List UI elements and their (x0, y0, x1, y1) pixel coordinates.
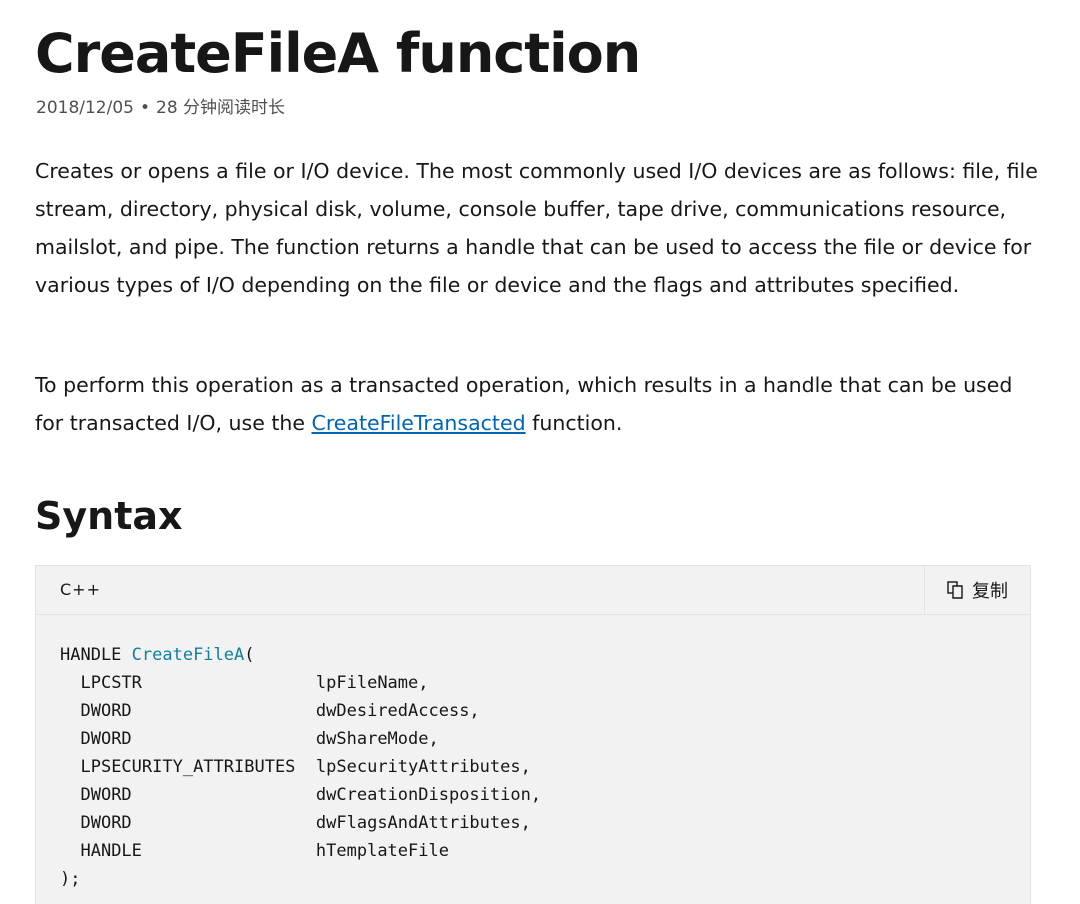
code-param-line: DWORD dwShareMode, (60, 729, 439, 749)
code-param-line: DWORD dwCreationDisposition, (60, 785, 541, 805)
code-param-type: LPCSTR (80, 673, 142, 693)
code-param-type: DWORD (80, 729, 132, 749)
code-block: C++ 复制 HANDLE CreateFileA( LPCSTR lpFile… (35, 565, 1031, 904)
doc-page: CreateFileA function 2018/12/05 • 28 分钟阅读时… (0, 0, 1080, 904)
createfiletransacted-link[interactable]: CreateFileTransacted (312, 411, 526, 435)
code-param-type: LPSECURITY_ATTRIBUTES (80, 757, 296, 777)
code-param-name: hTemplateFile (315, 841, 449, 861)
code-param-name: lpFileName, (315, 673, 429, 693)
code-param-line: HANDLE hTemplateFile (60, 841, 449, 861)
copy-icon (947, 581, 963, 599)
code-param-name: dwCreationDisposition, (315, 785, 542, 805)
code-param-line: DWORD dwFlagsAndAttributes, (60, 813, 531, 833)
transacted-text-after: function. (525, 411, 623, 435)
code-function-name: CreateFileA (131, 645, 245, 665)
copy-button[interactable]: 复制 (924, 566, 1030, 614)
code-return-type: HANDLE (60, 645, 132, 665)
code-header: C++ 复制 (36, 566, 1030, 615)
code-param-line: LPSECURITY_ATTRIBUTES lpSecurityAttribut… (60, 757, 531, 777)
code-param-type: HANDLE (80, 841, 142, 861)
code-param-name: dwDesiredAccess, (315, 701, 480, 721)
code-content[interactable]: HANDLE CreateFileA( LPCSTR lpFileName, D… (36, 615, 1030, 893)
code-param-line: LPCSTR lpFileName, (60, 673, 429, 693)
code-param-type: DWORD (80, 785, 132, 805)
code-param-name: dwFlagsAndAttributes, (315, 813, 531, 833)
read-time: 28 分钟阅读时长 (156, 98, 286, 118)
meta-separator: • (139, 98, 151, 118)
description-paragraph: Creates or opens a file or I/O device. T… (35, 159, 1038, 297)
code-param-name: lpSecurityAttributes, (315, 757, 531, 777)
syntax-heading: Syntax (35, 494, 183, 538)
article-metadata: 2018/12/05 • 28 分钟阅读时长 (36, 96, 285, 120)
code-language-label: C++ (60, 580, 101, 599)
copy-label: 复制 (972, 581, 1008, 602)
transacted-paragraph: To perform this operation as a transacte… (35, 366, 1045, 442)
code-param-type: DWORD (80, 701, 132, 721)
code-open-paren: ( (244, 645, 255, 665)
code-close: ); (60, 869, 81, 889)
code-param-line: DWORD dwDesiredAccess, (60, 701, 480, 721)
publish-date: 2018/12/05 (36, 98, 134, 118)
code-param-name: dwShareMode, (315, 729, 439, 749)
code-parameters: LPCSTR lpFileName, DWORD dwDesiredAccess… (60, 673, 541, 861)
code-param-type: DWORD (80, 813, 132, 833)
page-title: CreateFileA function (35, 22, 641, 85)
